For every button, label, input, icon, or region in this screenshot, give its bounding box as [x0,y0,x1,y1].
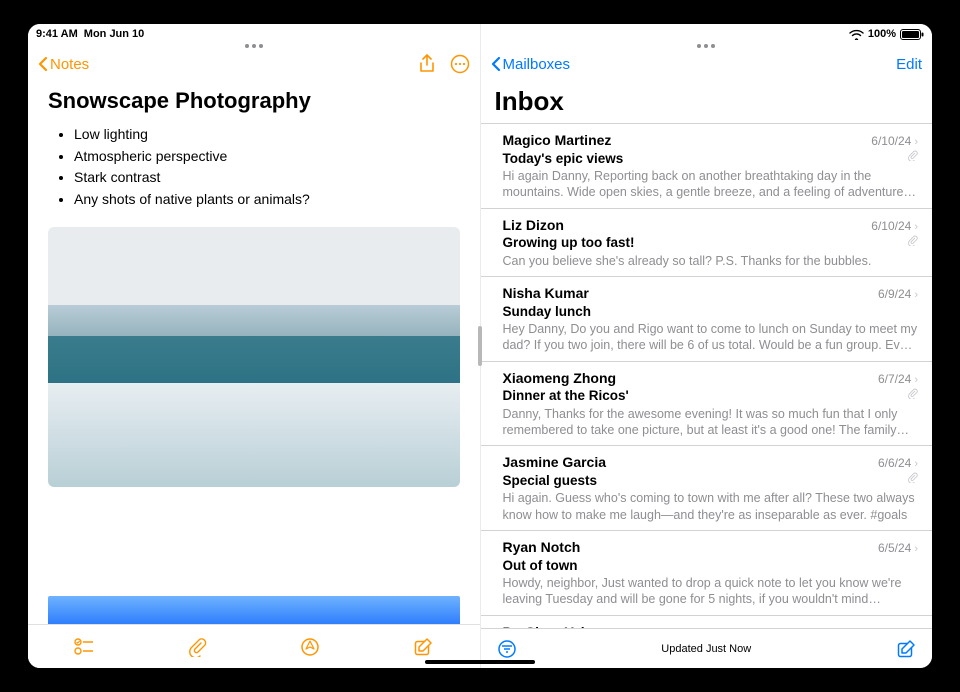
chevron-right-icon: › [914,135,918,149]
message-sender: Ryan Notch [503,538,878,556]
compose-icon[interactable] [413,637,433,657]
more-icon[interactable] [450,54,470,74]
share-icon[interactable] [418,54,436,74]
multitask-menu-button[interactable] [245,44,263,48]
status-bar-right: 100% [481,24,933,44]
status-bar-left: 9:41 AM Mon Jun 10 [28,24,480,44]
message-subject: Dinner at the Ricos' [503,387,919,405]
message-row[interactable]: Xiaomeng Zhong6/7/24›Dinner at the Ricos… [481,362,933,447]
note-content[interactable]: Snowscape Photography Low lighting Atmos… [28,84,480,584]
note-second-image-peek[interactable] [48,596,460,624]
message-subject: Special guests [503,472,919,490]
notes-back-button[interactable]: Notes [38,56,89,73]
inbox-heading: Inbox [481,84,933,123]
message-sender: Liz Dizon [503,216,872,234]
message-sender: Nisha Kumar [503,284,878,302]
message-subject: Sunday lunch [503,303,919,321]
message-preview: Can you believe she's already so tall? P… [503,253,919,269]
message-date: 6/6/24 [878,456,911,472]
message-preview: Hi again. Guess who's coming to town wit… [503,490,919,523]
message-subject: Today's epic views [503,150,919,168]
message-sender: Jasmine Garcia [503,453,878,471]
chevron-right-icon: › [914,542,918,556]
battery-icon [900,29,924,40]
mail-nav-bar: Mailboxes Edit [481,44,933,84]
note-bullet: Low lighting [74,124,460,146]
paperclip-icon [907,235,918,246]
note-bullet: Atmospheric perspective [74,146,460,168]
chevron-right-icon: › [914,373,918,387]
wifi-icon [849,29,864,40]
message-subject: Growing up too fast! [503,234,919,252]
mail-app-pane: 100% Mailboxes Edit Inbox Magico [481,24,933,668]
message-preview: Danny, Thanks for the awesome evening! I… [503,406,919,439]
multitask-menu-button[interactable] [697,44,715,48]
mail-status-text: Updated Just Now [517,643,897,655]
paperclip-icon[interactable] [187,637,207,657]
message-list[interactable]: Magico Martinez6/10/24›Today's epic view… [481,123,933,628]
mail-bottom-bar: Updated Just Now [481,628,933,668]
message-date: 6/9/24 [878,287,911,303]
message-row[interactable]: Magico Martinez6/10/24›Today's epic view… [481,124,933,209]
message-preview: Hi again Danny, Reporting back on anothe… [503,168,919,201]
filter-icon[interactable] [497,639,517,659]
chevron-right-icon: › [914,627,918,628]
message-row[interactable]: Po-Chun Yeh5/29/24›Lunch call? [481,616,933,628]
compose-icon[interactable] [896,639,916,659]
note-bullet: Any shots of native plants or animals? [74,189,460,211]
notes-toolbar [28,624,480,668]
message-sender: Xiaomeng Zhong [503,369,878,387]
mail-edit-button[interactable]: Edit [896,56,922,73]
message-row[interactable]: Ryan Notch6/5/24›Out of townHowdy, neigh… [481,531,933,616]
message-preview: Hey Danny, Do you and Rigo want to come … [503,321,919,354]
status-time: 9:41 AM [36,28,78,40]
status-date: Mon Jun 10 [84,28,145,40]
message-row[interactable]: Liz Dizon6/10/24›Growing up too fast!Can… [481,209,933,277]
chevron-right-icon: › [914,220,918,234]
notes-nav-bar: Notes [28,44,480,84]
split-view-divider-handle[interactable] [478,326,482,366]
message-subject: Out of town [503,557,919,575]
message-row[interactable]: Nisha Kumar6/9/24›Sunday lunchHey Danny,… [481,277,933,362]
mailboxes-back-label: Mailboxes [503,56,571,73]
message-date: 6/7/24 [878,372,911,388]
message-sender: Po-Chun Yeh [503,623,872,628]
note-title: Snowscape Photography [48,88,460,114]
paperclip-icon [907,150,918,161]
home-indicator[interactable] [425,660,535,664]
paperclip-icon [907,388,918,399]
battery-text: 100% [868,28,896,40]
note-bullet: Stark contrast [74,167,460,189]
note-attached-image[interactable] [48,227,460,487]
message-date: 6/10/24 [871,219,911,235]
message-preview: Howdy, neighbor, Just wanted to drop a q… [503,575,919,608]
chevron-left-icon [38,56,48,72]
chevron-right-icon: › [914,457,918,471]
paperclip-icon [907,472,918,483]
notes-app-pane: 9:41 AM Mon Jun 10 Notes [28,24,481,668]
checklist-icon[interactable] [74,638,94,656]
message-date: 6/10/24 [871,134,911,150]
message-row[interactable]: Jasmine Garcia6/6/24›Special guestsHi ag… [481,446,933,531]
message-sender: Magico Martinez [503,131,872,149]
message-date: 6/5/24 [878,541,911,557]
chevron-left-icon [491,56,501,72]
note-bullets: Low lighting Atmospheric perspective Sta… [74,124,460,211]
mailboxes-back-button[interactable]: Mailboxes [491,56,571,73]
chevron-right-icon: › [914,288,918,302]
pen-tip-icon[interactable] [300,637,320,657]
message-date: 5/29/24 [871,626,911,628]
notes-back-label: Notes [50,56,89,73]
